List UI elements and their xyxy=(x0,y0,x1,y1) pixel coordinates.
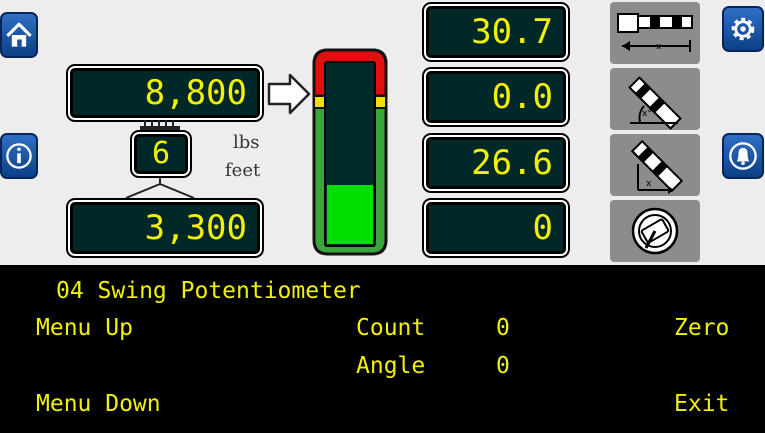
swing-readout: 0 xyxy=(426,202,566,254)
swing-value: 0 xyxy=(532,208,553,248)
boom-angle-icon: x° xyxy=(628,76,682,130)
angle-value: 0 xyxy=(496,353,510,379)
menu-down-button[interactable]: Menu Down xyxy=(36,393,161,416)
load-display: 8,800 xyxy=(70,68,260,118)
load-moment-bar xyxy=(308,44,392,260)
service-menu: 04 Swing Potentiometer Menu Up Count 0 Z… xyxy=(0,265,765,433)
radius-readout: 26.6 xyxy=(426,137,566,189)
boom-angle-readout: 0.0 xyxy=(426,71,566,123)
menu-up-button[interactable]: Menu Up xyxy=(36,317,133,340)
bell-icon xyxy=(729,142,757,170)
second-load-value: 3,300 xyxy=(144,208,247,248)
angle-label: Angle xyxy=(356,353,426,379)
swing-button[interactable] xyxy=(610,200,700,262)
home-button[interactable] xyxy=(0,12,38,58)
load-bar-fill xyxy=(327,185,373,244)
settings-button[interactable] xyxy=(722,6,764,52)
height-unit-label: feet xyxy=(225,160,261,181)
boom-length-button[interactable]: x xyxy=(610,2,700,64)
boom-angle-button[interactable]: x° xyxy=(610,68,700,130)
menu-title: 04 Swing Potentiometer xyxy=(56,278,361,304)
radius-value: 26.6 xyxy=(471,143,553,183)
hook-display: 6 xyxy=(134,134,188,174)
exit-button[interactable]: Exit xyxy=(674,393,729,416)
crane-monitor-screen: 8,800 6 lbs feet 3,300 30.7 0.0 26.6 0 x… xyxy=(0,0,765,433)
svg-text:x: x xyxy=(656,42,662,52)
load-unit-label: lbs xyxy=(233,132,260,153)
gear-icon xyxy=(731,17,755,41)
radius-icon: x xyxy=(630,139,684,194)
alarm-button[interactable] xyxy=(722,133,764,179)
boom-length-value: 30.7 xyxy=(471,12,553,52)
count-value: 0 xyxy=(496,315,510,341)
svg-text:x°: x° xyxy=(642,109,652,119)
boom-angle-value: 0.0 xyxy=(491,77,553,117)
svg-text:x: x xyxy=(646,179,652,189)
boom-length-readout: 30.7 xyxy=(426,6,566,58)
second-load-display: 3,300 xyxy=(70,202,260,254)
home-icon xyxy=(6,22,32,47)
swing-icon xyxy=(631,207,679,255)
info-icon xyxy=(6,143,32,169)
boom-length-icon: x xyxy=(617,13,693,52)
load-value: 8,800 xyxy=(144,73,247,113)
top-panel: 8,800 6 lbs feet 3,300 30.7 0.0 26.6 0 x… xyxy=(0,0,765,265)
hook-value: 6 xyxy=(151,136,171,171)
info-button[interactable] xyxy=(0,133,38,179)
arrow-right-icon xyxy=(267,73,311,115)
radius-button[interactable]: x xyxy=(610,134,700,196)
zero-button[interactable]: Zero xyxy=(674,317,729,340)
count-label: Count xyxy=(356,315,426,341)
